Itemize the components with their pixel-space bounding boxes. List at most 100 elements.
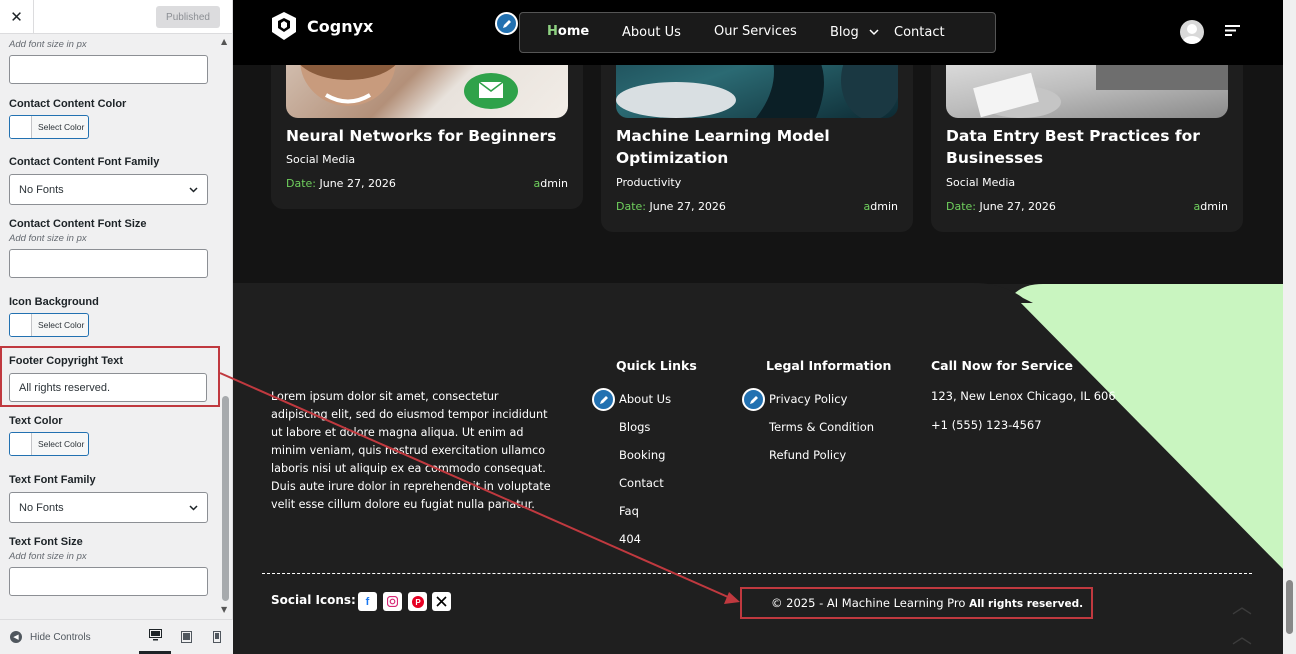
text-color-button[interactable]: Select Color [9, 432, 89, 456]
select-color-label: Select Color [38, 122, 85, 132]
social-icons-label: Social Icons: [271, 593, 356, 607]
site-header: Cognyx Home About Us Our Services Blog C… [233, 0, 1283, 65]
scroll-down-icon[interactable]: ▼ [221, 605, 227, 614]
blog-card-category[interactable]: Productivity [616, 176, 681, 189]
text-color-control: Text Color Select Color [9, 415, 209, 456]
footer-link-contact[interactable]: Contact [619, 476, 664, 490]
control-title: Text Color [9, 415, 63, 427]
blog-card-title[interactable]: Neural Networks for Beginners [286, 125, 576, 147]
contact-content-font-family-select[interactable]: No Fonts [9, 174, 208, 205]
date-label: Date: [286, 177, 316, 190]
footer-link-refund[interactable]: Refund Policy [769, 448, 846, 462]
blog-card[interactable]: Neural Networks for Beginners Social Med… [271, 40, 583, 209]
blog-card-title[interactable]: Machine Learning Model Optimization [616, 125, 906, 169]
hamburger-menu-icon[interactable] [1225, 25, 1240, 36]
instagram-icon[interactable] [383, 592, 402, 611]
site-preview: Neural Networks for Beginners Social Med… [233, 0, 1296, 654]
footer-link-404[interactable]: 404 [619, 532, 641, 546]
contact-content-color-control: Contact Content Color Select Color [9, 98, 209, 139]
footer-address: 123, New Lenox Chicago, IL 60606 [931, 389, 1116, 403]
blog-card-author[interactable]: admin [864, 200, 898, 213]
pencil-icon [502, 19, 511, 28]
footer-link-terms[interactable]: Terms & Condition [769, 420, 874, 434]
footer-link-blogs[interactable]: Blogs [619, 420, 650, 434]
tablet-icon [180, 630, 192, 643]
author-rest: dmin [540, 177, 568, 190]
blog-card[interactable]: Data Entry Best Practices for Businesses… [931, 40, 1243, 232]
nav-blog-link[interactable]: Blog [830, 25, 879, 40]
nav-home-link[interactable]: Home [547, 24, 589, 39]
chevron-down-icon [189, 504, 198, 511]
date-value: June 27, 2026 [976, 200, 1056, 213]
tablet-preview-button[interactable] [170, 619, 202, 654]
close-customizer-button[interactable]: ✕ [0, 0, 34, 34]
scroll-up-icon[interactable]: ▲ [221, 37, 227, 46]
highlight-box-copyright-output [740, 587, 1093, 619]
user-avatar[interactable] [1180, 20, 1204, 44]
footer-link-privacy[interactable]: Privacy Policy [769, 392, 847, 406]
contact-content-font-size-input[interactable] [9, 249, 208, 278]
footer-link-about[interactable]: About Us [619, 392, 671, 406]
blog-card-title[interactable]: Data Entry Best Practices for Businesses [946, 125, 1236, 169]
contact-content-color-button[interactable]: Select Color [9, 115, 89, 139]
site-logo[interactable]: Cognyx [270, 11, 373, 41]
nav-home-initial: H [547, 24, 558, 39]
x-twitter-icon[interactable] [432, 592, 451, 611]
hide-controls-button[interactable]: ◀ Hide Controls [10, 631, 91, 643]
text-font-family-select[interactable]: No Fonts [9, 492, 208, 523]
select-color-label: Select Color [38, 320, 85, 330]
user-icon [1183, 24, 1201, 44]
contact-font-size-input[interactable] [9, 55, 208, 84]
footer-phone[interactable]: +1 (555) 123-4567 [931, 418, 1042, 432]
highlight-box-copyright-field [0, 346, 220, 407]
svg-text:P: P [415, 598, 421, 607]
control-description: Add font size in px [9, 551, 87, 562]
mobile-preview-button[interactable] [201, 619, 233, 654]
contact-content-font-size-control: Contact Content Font Size Add font size … [9, 218, 209, 278]
control-title: Text Font Family [9, 474, 96, 486]
nav-about-link[interactable]: About Us [622, 25, 681, 40]
pinterest-icon[interactable]: P [408, 592, 427, 611]
logo-shield-icon [272, 12, 296, 40]
date-label: Date: [616, 200, 646, 213]
chevron-up-icon[interactable]: ︿ [1232, 590, 1252, 619]
blog-card-category[interactable]: Social Media [946, 176, 1015, 189]
chevron-down-icon [869, 29, 879, 36]
desktop-preview-button[interactable] [139, 619, 171, 654]
blog-card[interactable]: Machine Learning Model Optimization Prod… [601, 40, 913, 232]
text-font-size-control: Text Font Size Add font size in px [9, 536, 209, 596]
date-value: June 27, 2026 [316, 177, 396, 190]
collapse-icon: ◀ [10, 631, 22, 643]
scrollbar-thumb[interactable] [1286, 580, 1293, 634]
author-rest: dmin [1200, 200, 1228, 213]
icon-background-color-button[interactable]: Select Color [9, 313, 89, 337]
control-title: Text Font Size [9, 536, 83, 548]
date-value: June 27, 2026 [646, 200, 726, 213]
customizer-scrollbar[interactable]: ▲ ▼ [219, 34, 232, 616]
select-color-label: Select Color [38, 439, 85, 449]
nav-contact-link[interactable]: Contact [894, 25, 945, 40]
facebook-icon[interactable]: f [358, 592, 377, 611]
control-description: Add font size in px [9, 233, 87, 244]
edit-shortcut-button[interactable] [742, 388, 765, 411]
footer-about-text: Lorem ipsum dolor sit amet, consectetur … [271, 390, 551, 511]
contact-content-font-family-control: Contact Content Font Family No Fonts [9, 156, 209, 205]
color-swatch [10, 116, 32, 138]
blog-card-author[interactable]: admin [534, 177, 568, 190]
text-font-family-control: Text Font Family No Fonts [9, 474, 209, 523]
nav-home-rest: ome [557, 24, 590, 39]
text-font-size-input[interactable] [9, 567, 208, 596]
nav-services-link[interactable]: Our Services [714, 24, 797, 39]
publish-button[interactable]: Published [156, 6, 220, 28]
edit-shortcut-button[interactable] [495, 12, 518, 35]
blog-card-author[interactable]: admin [1194, 200, 1228, 213]
select-value: No Fonts [19, 183, 64, 196]
customizer-panel: ✕ Published Add font size in px Contact … [0, 0, 233, 654]
footer-link-booking[interactable]: Booking [619, 448, 665, 462]
pencil-icon [749, 395, 758, 404]
preview-scrollbar[interactable] [1283, 0, 1296, 654]
footer-link-faq[interactable]: Faq [619, 504, 639, 518]
scrollbar-thumb[interactable] [222, 396, 229, 601]
edit-shortcut-button[interactable] [592, 388, 615, 411]
blog-card-category[interactable]: Social Media [286, 153, 355, 166]
